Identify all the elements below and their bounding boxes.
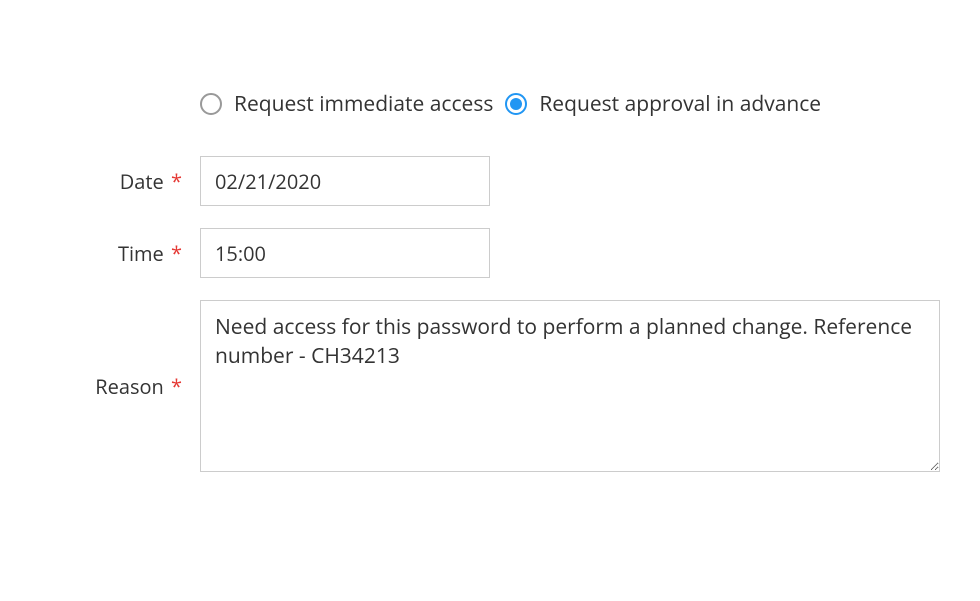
reason-field[interactable]	[200, 300, 940, 472]
time-field[interactable]	[200, 228, 490, 278]
required-star-icon: *	[171, 168, 182, 195]
reason-label-cell: Reason *	[40, 373, 200, 400]
form-row-reason: Reason *	[40, 300, 940, 472]
radio-advance-label: Request approval in advance	[539, 90, 821, 118]
required-star-icon: *	[171, 373, 182, 400]
form-row-time: Time *	[40, 228, 940, 278]
date-label-cell: Date *	[40, 156, 200, 195]
radio-icon	[200, 93, 222, 115]
access-request-form: Request immediate access Request approva…	[40, 90, 940, 472]
date-label: Date	[120, 168, 164, 195]
form-row-date: Date *	[40, 156, 940, 206]
access-type-radio-group: Request immediate access Request approva…	[200, 90, 940, 118]
radio-icon	[505, 93, 527, 115]
radio-immediate-label: Request immediate access	[234, 90, 493, 118]
radio-selected-dot	[510, 98, 522, 110]
reason-label: Reason	[95, 373, 164, 400]
radio-immediate-access[interactable]: Request immediate access	[200, 90, 493, 118]
date-field[interactable]	[200, 156, 490, 206]
time-label: Time	[118, 240, 164, 267]
radio-approval-advance[interactable]: Request approval in advance	[505, 90, 821, 118]
time-label-cell: Time *	[40, 228, 200, 267]
required-star-icon: *	[171, 240, 182, 267]
